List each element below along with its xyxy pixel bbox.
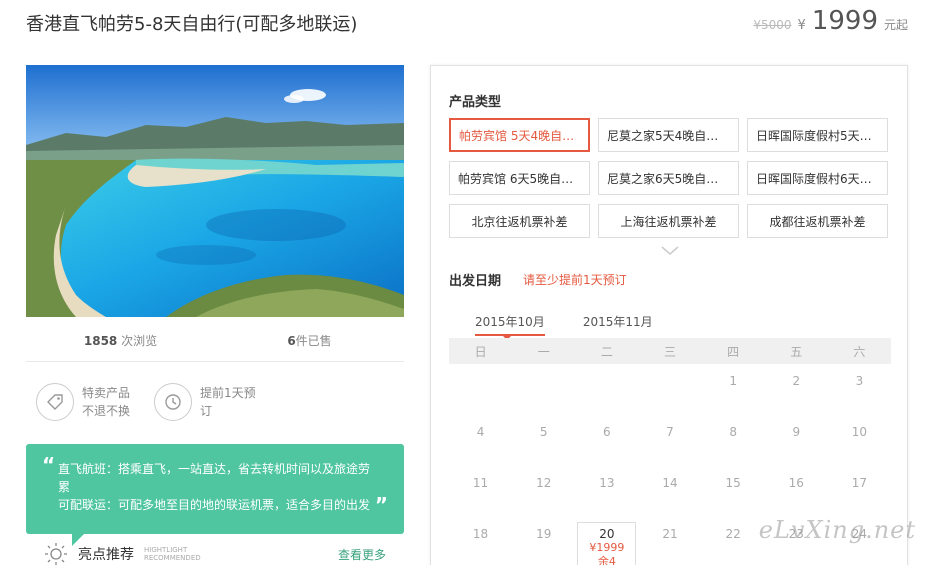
calendar-day: 10 [851,425,868,439]
calendar-day [512,364,575,415]
calendar-day: 22 [725,527,741,541]
sold-count: 6件已售 [287,334,332,348]
weekday-label: 三 [663,344,676,359]
feature-badges: 特卖产品 不退不换 提前1天预 订 [36,383,256,421]
product-option[interactable]: 尼莫之家6天5晚自由行 [598,161,739,195]
sun-icon [45,543,67,565]
badge-special-offer: 特卖产品 不退不换 [36,383,130,421]
day-price: ¥1999 [589,541,625,554]
calendar-day [638,364,701,415]
calendar-day: 12 [536,476,552,490]
calendar-day: 8 [729,425,737,439]
calendar-day: 7 [666,425,674,439]
product-option[interactable]: 帕劳宾馆 6天5晚自由行 [449,161,590,195]
calendar-day: 18 [472,527,489,541]
quote-close-icon: ” [374,493,388,517]
promo-line: 累 [58,480,71,494]
product-type-grid: 帕劳宾馆 5天4晚自由行 尼莫之家5天4晚自由行 日晖国际度假村5天4晚 帕劳宾… [449,118,891,238]
product-title: 香港直飞帕劳5-8天自由行(可配多地联运) [26,14,358,35]
day-remaining: 余4 [597,555,616,565]
calendar-day: 13 [599,476,615,490]
highlight-en-label: HIGHTLIGHT RECOMMENDED [144,546,201,562]
watermark: eLvXing.net [758,516,916,544]
calendar-day: 9 [792,425,801,439]
calendar-day: 16 [788,476,804,490]
calendar-day: 2 [792,374,801,388]
product-option[interactable]: 尼莫之家5天4晚自由行 [598,118,739,152]
departure-date-title: 出发日期 [449,274,502,289]
calendar-day: 6 [603,425,611,439]
month-tabs: 2015年10月 2015年11月 [475,313,653,340]
product-option[interactable]: 上海往返机票补差 [598,204,739,238]
quote-open-icon: “ [42,453,56,477]
divider [26,361,404,362]
expand-chevron-icon[interactable] [661,246,679,256]
calendar-day: 21 [662,527,678,541]
tag-icon [36,383,74,421]
promo-line: 可配联运：可配多地至目的地的联运机票，适合多目的出发 [58,498,371,512]
calendar-day [575,364,638,415]
weekday-label: 四 [727,344,740,359]
calendar-day [449,364,512,415]
current-price: 1999 [811,6,878,36]
view-count: 1858 次浏览 [83,334,158,348]
product-option[interactable]: 成都往返机票补差 [747,204,888,238]
highlight-header: 亮点推荐 HIGHTLIGHT RECOMMENDED [44,542,201,565]
calendar-day: 11 [472,476,489,490]
calendar-day-available[interactable]: 20 ¥1999 余4 [577,522,637,565]
calendar-day: 5 [539,425,548,439]
weekday-header: 日 一 二 三 四 五 六 [449,338,891,364]
booking-note: 请至少提前1天预订 [523,273,627,287]
badge-advance-booking: 提前1天预 订 [154,383,256,421]
stats-row: 1858 次浏览 6件已售 [26,332,404,352]
promo-line: 直飞航班：搭乘直飞，一站直达，省去转机时间以及旅途劳 [58,462,371,476]
price-box: ¥5000 ¥ 1999 元起 [753,6,908,36]
promo-box: “ 直飞航班：搭乘直飞，一站直达，省去转机时间以及旅途劳 累 可配联运：可配多地… [26,444,404,534]
calendar-day: 3 [855,374,864,388]
calendar-day: 15 [725,476,741,490]
product-option[interactable]: 日晖国际度假村6天5晚 [747,161,888,195]
highlight-label: 亮点推荐 [78,547,134,563]
clock-icon [154,383,193,421]
currency-symbol: ¥ [797,18,806,33]
weekday-label: 五 [790,344,803,359]
calendar-day: 19 [536,527,552,541]
original-price: ¥5000 [753,18,792,32]
weekday-label: 六 [853,344,866,359]
product-type-title: 产品类型 [449,95,502,110]
calendar-day: 1 [729,374,737,388]
price-suffix: 元起 [883,18,908,32]
product-option[interactable]: 日晖国际度假村5天4晚 [747,118,888,152]
weekday-label: 日 [474,344,487,359]
hero-image [26,65,404,317]
calendar-day: 17 [851,476,868,490]
tab-month[interactable]: 2015年11月 [583,313,653,336]
day-number: 20 [599,527,615,541]
weekday-label: 一 [537,344,550,359]
see-more-link[interactable]: 查看更多 [338,546,386,563]
tab-month[interactable]: 2015年10月 [475,313,545,340]
calendar-day: 4 [476,425,485,439]
booking-panel: 产品类型 帕劳宾馆 5天4晚自由行 尼莫之家5天4晚自由行 日晖国际度假村5天4… [430,65,908,565]
product-option[interactable]: 北京往返机票补差 [449,204,590,238]
weekday-label: 二 [600,344,613,359]
product-option[interactable]: 帕劳宾馆 5天4晚自由行 [449,118,590,152]
calendar-day: 14 [662,476,678,490]
